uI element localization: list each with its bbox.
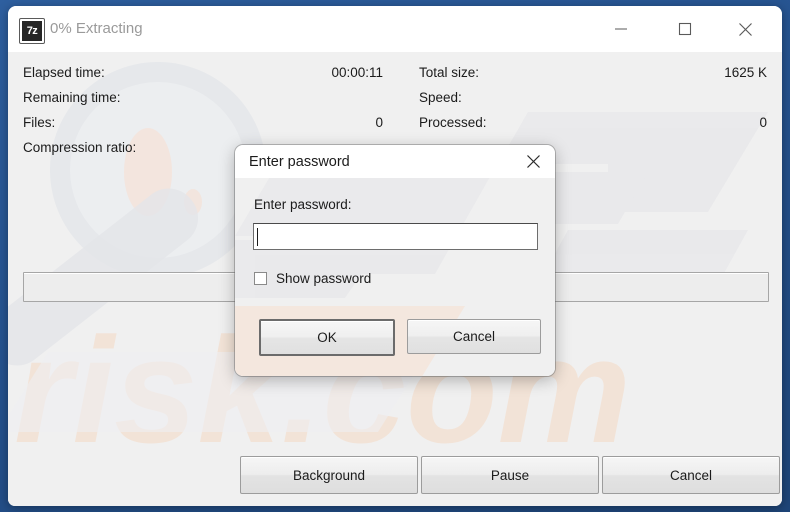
stat-label-remaining-time: Remaining time: (23, 90, 121, 105)
sevenzip-icon: 7z (20, 19, 44, 43)
stat-row: Processed: 0 (419, 110, 767, 135)
window-title: 0% Extracting (50, 20, 143, 37)
stat-row: Total size: 1625 K (419, 60, 767, 85)
screen-background: 7z 0% Extracting risk.com Elapsed time: … (0, 0, 790, 512)
show-password-label: Show password (276, 270, 372, 286)
close-icon (738, 22, 752, 36)
dialog-cancel-button[interactable]: Cancel (407, 319, 541, 354)
close-button[interactable] (722, 6, 768, 52)
stat-row: Speed: (419, 85, 767, 110)
stat-row: Files: 0 (23, 110, 383, 135)
close-icon (526, 155, 540, 168)
password-label: Enter password: (254, 197, 352, 212)
cancel-button[interactable]: Cancel (602, 456, 780, 494)
dialog-titlebar[interactable]: Enter password (235, 145, 555, 178)
stat-value-elapsed-time: 00:00:11 (331, 65, 383, 80)
stat-value-processed: 0 (759, 115, 767, 130)
stat-value-files: 0 (375, 115, 383, 130)
dialog-close-button[interactable] (511, 145, 555, 178)
stat-row: Elapsed time: 00:00:11 (23, 60, 383, 85)
dialog-ok-button[interactable]: OK (259, 319, 395, 356)
stat-value-total-size: 1625 K (724, 65, 767, 80)
background-button[interactable]: Background (240, 456, 418, 494)
dialog-title: Enter password (249, 154, 350, 170)
stat-label-files: Files: (23, 115, 56, 130)
window-titlebar[interactable]: 7z 0% Extracting (8, 6, 782, 52)
stat-label-speed: Speed: (419, 90, 462, 105)
minimize-icon (615, 28, 627, 30)
pause-button[interactable]: Pause (421, 456, 599, 494)
stat-label-elapsed-time: Elapsed time: (23, 65, 105, 80)
password-input[interactable] (253, 223, 538, 250)
checkbox-box[interactable] (254, 271, 267, 285)
text-caret (257, 228, 258, 246)
minimize-button[interactable] (598, 6, 644, 52)
stat-label-total-size: Total size: (419, 65, 480, 80)
maximize-icon (678, 22, 692, 36)
maximize-button[interactable] (662, 6, 708, 52)
show-password-checkbox[interactable]: Show password (254, 268, 371, 288)
dialog-body: Enter password: Show password OK Cancel (235, 178, 555, 376)
enter-password-dialog: Enter password Enter password: Show pass… (235, 145, 555, 376)
stat-label-processed: Processed: (419, 115, 487, 130)
stat-row: Remaining time: (23, 85, 383, 110)
stat-label-compression-ratio: Compression ratio: (23, 140, 137, 155)
